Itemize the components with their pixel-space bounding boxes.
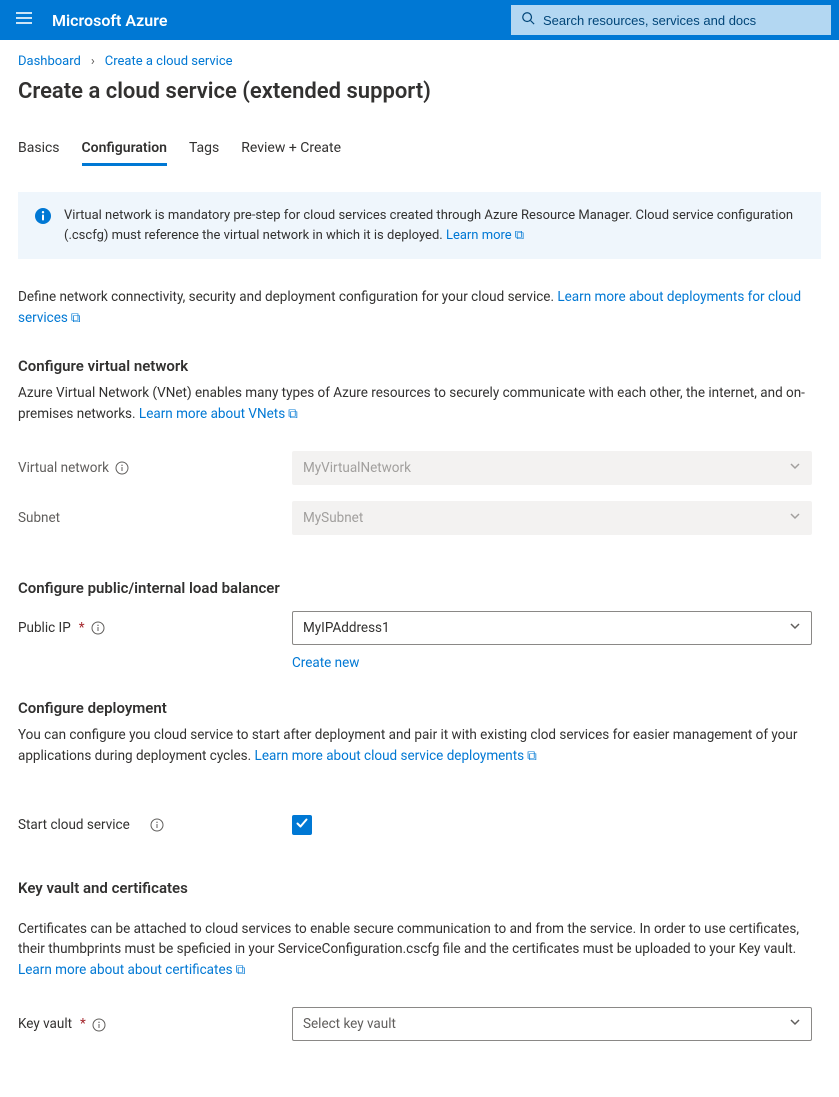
info-tooltip-icon[interactable]	[91, 620, 105, 636]
kv-select[interactable]: Select key vault	[292, 1007, 812, 1041]
vnet-section-heading: Configure virtual network	[18, 357, 821, 375]
vnet-section-desc: Azure Virtual Network (VNet) enables man…	[18, 383, 821, 425]
vnet-select: MyVirtualNetwork	[292, 451, 812, 485]
subnet-row: Subnet MySubnet	[18, 501, 821, 535]
subnet-label: Subnet	[18, 510, 274, 526]
chevron-down-icon	[789, 1016, 801, 1032]
info-text: Virtual network is mandatory pre-step fo…	[64, 208, 793, 243]
external-link-icon: ⧉	[71, 310, 81, 326]
kv-learn-more-link[interactable]: Learn more about about certificates⧉	[18, 962, 245, 978]
page-title: Create a cloud service (extended support…	[18, 79, 821, 104]
hamburger-menu-button[interactable]	[8, 4, 40, 36]
breadcrumb: Dashboard › Create a cloud service	[18, 54, 821, 69]
subnet-select: MySubnet	[292, 501, 812, 535]
global-search[interactable]	[511, 5, 831, 35]
public-ip-value: MyIPAddress1	[303, 620, 390, 636]
required-indicator: *	[80, 1016, 86, 1032]
external-link-icon: ⧉	[288, 406, 298, 422]
kv-row: Key vault * Select key vault	[18, 1007, 821, 1041]
kv-desc-text: Certificates can be attached to cloud se…	[18, 921, 799, 958]
vnet-info-banner: Virtual network is mandatory pre-step fo…	[18, 192, 821, 259]
chevron-down-icon	[789, 460, 801, 476]
page-content: Dashboard › Create a cloud service Creat…	[0, 40, 839, 1097]
topbar: Microsoft Azure	[0, 0, 839, 40]
brand-label: Microsoft Azure	[52, 11, 167, 30]
vnet-label: Virtual network	[18, 460, 274, 476]
start-service-row: Start cloud service	[18, 815, 821, 835]
breadcrumb-item-dashboard[interactable]: Dashboard	[18, 54, 81, 69]
vnet-desc-text: Azure Virtual Network (VNet) enables man…	[18, 385, 805, 422]
public-ip-label: Public IP *	[18, 620, 274, 636]
public-ip-row: Public IP * MyIPAddress1	[18, 611, 821, 645]
tab-review-create[interactable]: Review + Create	[241, 134, 341, 166]
kv-label: Key vault *	[18, 1016, 274, 1032]
info-tooltip-icon[interactable]	[92, 1016, 106, 1032]
deploy-learn-more-link[interactable]: Learn more about cloud service deploymen…	[255, 748, 537, 764]
vnet-select-value: MyVirtualNetwork	[303, 460, 411, 476]
deploy-section-desc: You can configure you cloud service to s…	[18, 725, 821, 767]
tab-tags[interactable]: Tags	[189, 134, 219, 166]
info-tooltip-icon[interactable]	[150, 817, 164, 833]
tab-configuration[interactable]: Configuration	[82, 134, 167, 166]
search-icon	[521, 11, 535, 29]
breadcrumb-item-create[interactable]: Create a cloud service	[105, 54, 233, 69]
create-new-ip-row: Create new	[292, 655, 821, 671]
kv-section-desc: Certificates can be attached to cloud se…	[18, 919, 821, 982]
kv-select-placeholder: Select key vault	[303, 1016, 396, 1032]
external-link-icon: ⧉	[527, 748, 537, 764]
checkmark-icon	[295, 816, 309, 834]
breadcrumb-separator: ›	[91, 54, 95, 69]
intro-text: Define network connectivity, security an…	[18, 289, 557, 305]
start-service-label: Start cloud service	[18, 817, 274, 833]
start-service-checkbox[interactable]	[292, 815, 312, 835]
info-message: Virtual network is mandatory pre-step fo…	[64, 206, 805, 245]
search-input[interactable]	[543, 13, 821, 28]
tabs: Basics Configuration Tags Review + Creat…	[18, 134, 821, 166]
create-new-link[interactable]: Create new	[292, 655, 359, 671]
required-indicator: *	[79, 620, 85, 636]
info-icon	[34, 207, 52, 245]
info-tooltip-icon[interactable]	[115, 460, 129, 476]
external-link-icon: ⧉	[236, 962, 246, 978]
intro-paragraph: Define network connectivity, security an…	[18, 287, 821, 329]
info-learn-more-link[interactable]: Learn more⧉	[446, 228, 524, 243]
public-ip-select[interactable]: MyIPAddress1	[292, 611, 812, 645]
hamburger-icon	[15, 9, 33, 31]
lb-section-heading: Configure public/internal load balancer	[18, 579, 821, 597]
vnet-learn-more-link[interactable]: Learn more about VNets⧉	[139, 406, 298, 422]
subnet-select-value: MySubnet	[303, 510, 363, 526]
vnet-row: Virtual network MyVirtualNetwork	[18, 451, 821, 485]
kv-section-heading: Key vault and certificates	[18, 879, 821, 897]
tab-basics[interactable]: Basics	[18, 134, 60, 166]
chevron-down-icon	[789, 510, 801, 526]
deploy-section-heading: Configure deployment	[18, 699, 821, 717]
chevron-down-icon	[789, 620, 801, 636]
external-link-icon: ⧉	[515, 228, 524, 243]
